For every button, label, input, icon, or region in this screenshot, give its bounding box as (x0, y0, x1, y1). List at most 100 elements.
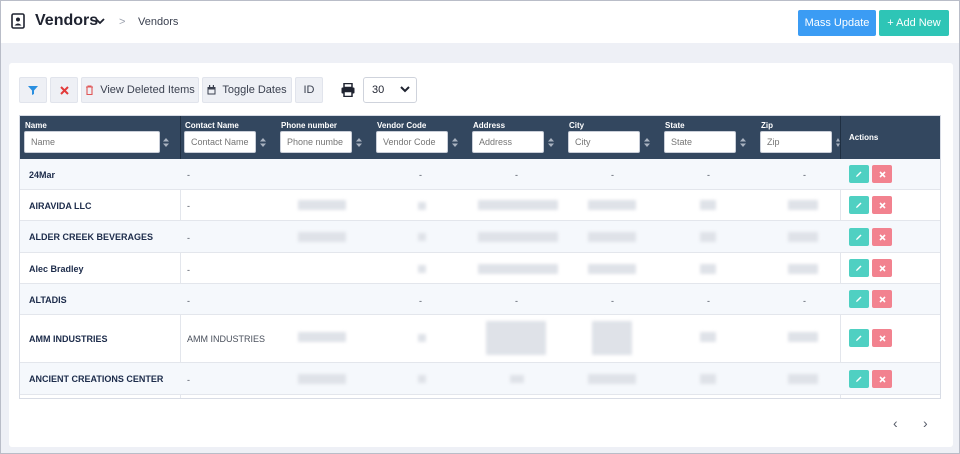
vendor-name[interactable]: AIRAVIDA LLC (29, 201, 92, 211)
redacted-state (700, 374, 716, 384)
pencil-icon (856, 171, 862, 177)
column-label: Vendor Code (377, 121, 427, 130)
pencil-icon (856, 376, 862, 382)
delete-button[interactable] (872, 259, 892, 277)
edit-button[interactable] (849, 259, 869, 277)
zip: - (803, 170, 806, 180)
redacted-zip (788, 200, 818, 210)
vendor-code: - (419, 170, 422, 180)
delete-button[interactable] (872, 196, 892, 214)
contact-name: AMM INDUSTRIES (187, 334, 266, 344)
id-toggle-button[interactable]: ID (295, 77, 323, 103)
times-icon (878, 295, 886, 303)
vendor-name[interactable]: Alec Bradley (29, 264, 84, 274)
redacted-phone (298, 332, 346, 342)
column-actions: Actions (840, 116, 940, 159)
sort-icon[interactable] (740, 138, 746, 147)
redacted-city (592, 321, 632, 355)
contact-name: - (187, 375, 190, 385)
sort-icon[interactable] (260, 138, 266, 147)
column-label: Name (25, 121, 47, 130)
edit-button[interactable] (849, 329, 869, 347)
table-row[interactable]: ANCIENT CREATIONS CENTER - (20, 363, 940, 395)
column-name: Name (20, 116, 180, 159)
redacted-address (478, 200, 558, 210)
delete-button[interactable] (872, 290, 892, 308)
column-vendor-code: Vendor Code (372, 116, 468, 159)
times-icon (878, 233, 886, 241)
sort-icon[interactable] (644, 138, 650, 147)
address: - (515, 296, 518, 306)
redacted-state (700, 232, 716, 242)
edit-button[interactable] (849, 370, 869, 388)
sort-icon[interactable] (548, 138, 554, 147)
pagination-next[interactable]: › (923, 415, 928, 431)
state-filter-input[interactable] (664, 131, 736, 153)
phone-filter-input[interactable] (280, 131, 352, 153)
add-new-button[interactable]: + Add New (879, 10, 949, 36)
vendor-name[interactable]: ALDER CREEK BEVERAGES (29, 232, 153, 242)
view-deleted-button[interactable]: View Deleted Items (81, 77, 199, 103)
table-row[interactable]: AMM INDUSTRIES AMM INDUSTRIES (20, 315, 940, 363)
contact-card-icon (11, 13, 25, 29)
vendors-card: View Deleted Items Toggle Dates ID 30 Na… (9, 63, 953, 447)
name-filter-input[interactable] (24, 131, 160, 153)
redacted-state (700, 200, 716, 210)
trash-icon (86, 85, 94, 95)
print-icon[interactable] (341, 83, 355, 97)
breadcrumb[interactable]: Vendors (138, 16, 178, 28)
redacted-state (700, 264, 716, 274)
mass-update-button[interactable]: Mass Update (798, 10, 876, 36)
delete-button[interactable] (872, 370, 892, 388)
vendor-name[interactable]: ALTADIS (29, 295, 67, 305)
column-label: Actions (849, 133, 879, 142)
city-filter-input[interactable] (568, 131, 640, 153)
redacted-address (478, 264, 558, 274)
contact-name: - (187, 233, 190, 243)
redacted-address (478, 232, 558, 242)
edit-button[interactable] (849, 290, 869, 308)
redacted-city (588, 374, 636, 384)
redacted-zip (788, 332, 818, 342)
chevron-down-icon[interactable] (95, 18, 105, 25)
sort-icon[interactable] (163, 138, 169, 147)
pagination-prev[interactable]: ‹ (893, 415, 898, 431)
table-row[interactable]: ALDER CREEK BEVERAGES - (20, 221, 940, 253)
edit-button[interactable] (849, 196, 869, 214)
sort-icon[interactable] (356, 138, 362, 147)
delete-button[interactable] (872, 228, 892, 246)
redacted-city (588, 232, 636, 242)
city: - (611, 170, 614, 180)
column-label: Zip (761, 121, 773, 130)
redacted-vendor-code (418, 265, 426, 273)
delete-button[interactable] (872, 329, 892, 347)
vendor-name[interactable]: ANCIENT CREATIONS CENTER (29, 374, 163, 384)
redacted-phone (298, 232, 346, 242)
page-size-select[interactable]: 30 (363, 77, 417, 103)
clear-filter-button[interactable] (50, 77, 78, 103)
toggle-dates-button[interactable]: Toggle Dates (202, 77, 292, 103)
table-row[interactable]: ALTADIS - - - - - - (20, 284, 940, 315)
table-row[interactable]: 24Mar - - - - - - (20, 159, 940, 190)
vendor-name[interactable]: 24Mar (29, 170, 55, 180)
times-icon (878, 334, 886, 342)
delete-button[interactable] (872, 165, 892, 183)
redacted-state (700, 332, 716, 342)
contact-name: - (187, 265, 190, 275)
edit-button[interactable] (849, 228, 869, 246)
sort-icon[interactable] (452, 138, 458, 147)
top-bar: Vendors > Vendors Mass Update + Add New (1, 1, 959, 43)
redacted-zip (788, 374, 818, 384)
vendor-name[interactable]: AMM INDUSTRIES (29, 334, 108, 344)
column-label: Phone number (281, 121, 338, 130)
contact-filter-input[interactable] (184, 131, 256, 153)
page-title: Vendors (35, 12, 99, 29)
edit-button[interactable] (849, 165, 869, 183)
filter-button[interactable] (19, 77, 47, 103)
vendor-code-filter-input[interactable] (376, 131, 448, 153)
table-row[interactable]: AIRAVIDA LLC - (20, 190, 940, 221)
zip-filter-input[interactable] (760, 131, 832, 153)
table-row[interactable]: Alec Bradley - (20, 253, 940, 284)
address-filter-input[interactable] (472, 131, 544, 153)
chevron-down-icon (400, 86, 410, 93)
